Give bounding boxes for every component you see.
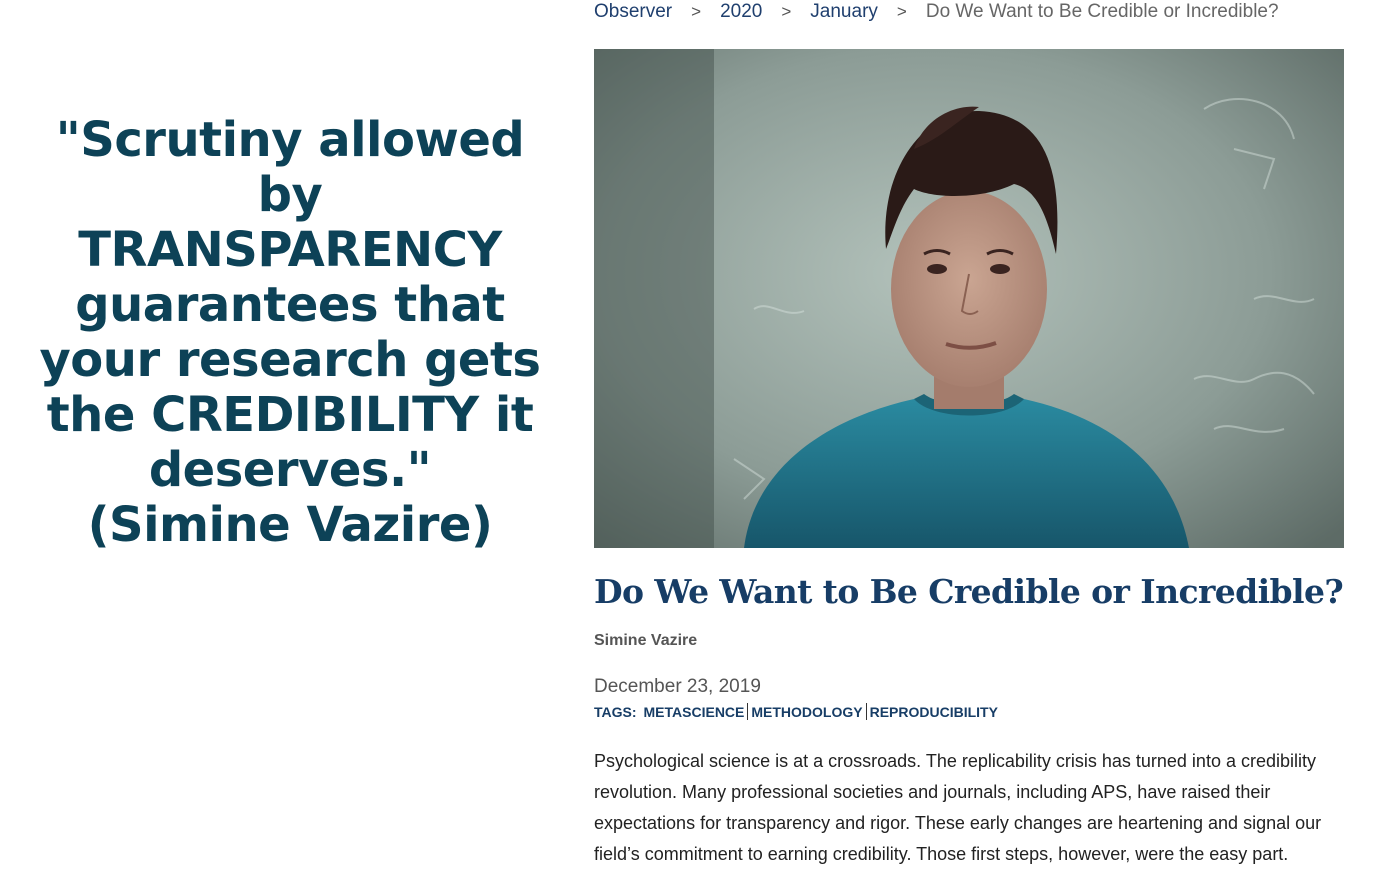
article-date: December 23, 2019	[594, 676, 761, 697]
breadcrumb-link-month[interactable]: January	[810, 1, 878, 23]
article-body: Psychological science is at a crossroads…	[594, 751, 1322, 864]
portrait-illustration	[594, 49, 1344, 548]
tag-link[interactable]: METHODOLOGY	[748, 704, 865, 720]
tags-label: TAGS:	[594, 703, 637, 720]
quote-line: TRANSPARENCY	[78, 222, 502, 278]
article-author[interactable]: Simine Vazire	[594, 632, 697, 650]
breadcrumb-link-year[interactable]: 2020	[720, 1, 762, 23]
quote-line: guarantees that	[75, 277, 505, 333]
article-tags: TAGS: METASCIENCE METHODOLOGY REPRODUCIB…	[594, 703, 1001, 720]
quote-line: "Scrutiny allowed by	[55, 112, 525, 223]
article-hero-image	[594, 49, 1344, 548]
tag-link[interactable]: METASCIENCE	[644, 704, 748, 720]
breadcrumb-separator: >	[781, 2, 792, 21]
tag-link[interactable]: REPRODUCIBILITY	[867, 704, 1001, 720]
breadcrumb-separator: >	[896, 2, 907, 21]
quote-line: the CREDIBILITY it	[46, 387, 534, 443]
article-title: Do We Want to Be Credible or Incredible?	[594, 572, 1344, 611]
quote-line: your research gets	[39, 332, 542, 388]
pull-quote: "Scrutiny allowed by TRANSPARENCY guaran…	[20, 113, 560, 553]
breadcrumb-separator: >	[691, 2, 702, 21]
quote-attribution: (Simine Vazire)	[87, 497, 493, 553]
breadcrumb-current: Do We Want to Be Credible or Incredible?	[925, 1, 1279, 22]
breadcrumb: Observer > 2020 > January > Do We Want t…	[594, 1, 1279, 23]
quote-line: deserves."	[148, 442, 432, 498]
breadcrumb-link-observer[interactable]: Observer	[594, 1, 672, 23]
